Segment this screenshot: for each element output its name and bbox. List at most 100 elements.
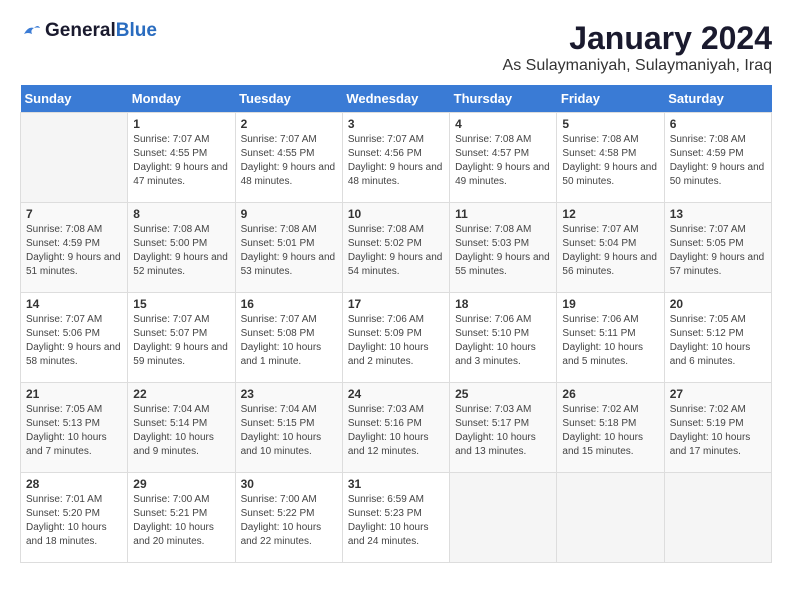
calendar-cell: 9Sunrise: 7:08 AMSunset: 5:01 PMDaylight… [235, 203, 342, 293]
day-number: 25 [455, 387, 551, 401]
day-number: 9 [241, 207, 337, 221]
day-info: Sunrise: 7:08 AMSunset: 4:57 PMDaylight:… [455, 133, 551, 189]
weekday-header-saturday: Saturday [664, 85, 771, 113]
day-number: 19 [562, 297, 658, 311]
day-info: Sunrise: 7:06 AMSunset: 5:11 PMDaylight:… [562, 313, 658, 369]
calendar-cell: 23Sunrise: 7:04 AMSunset: 5:15 PMDayligh… [235, 383, 342, 473]
day-number: 11 [455, 207, 551, 221]
weekday-header-friday: Friday [557, 85, 664, 113]
day-number: 4 [455, 117, 551, 131]
day-number: 22 [133, 387, 229, 401]
weekday-header-tuesday: Tuesday [235, 85, 342, 113]
calendar-cell: 29Sunrise: 7:00 AMSunset: 5:21 PMDayligh… [128, 473, 235, 563]
title-area: January 2024 As Sulaymaniyah, Sulaymaniy… [503, 20, 772, 75]
day-number: 10 [348, 207, 444, 221]
day-info: Sunrise: 7:00 AMSunset: 5:21 PMDaylight:… [133, 493, 229, 549]
week-row-5: 28 Sunrise: 7:01 AMSunset: 5:20 PMDayligh… [21, 473, 772, 563]
day-info: Sunrise: 7:08 AMSunset: 5:02 PMDaylight:… [348, 223, 444, 279]
calendar-cell: 19 Sunrise: 7:06 AMSunset: 5:11 PMDayligh… [557, 293, 664, 383]
day-info: Sunrise: 7:07 AMSunset: 5:04 PMDaylight:… [562, 223, 658, 279]
day-info: Sunrise: 7:07 AMSunset: 5:06 PMDaylight:… [26, 313, 122, 369]
day-number: 27 [670, 387, 766, 401]
day-info: Sunrise: 7:03 AMSunset: 5:17 PMDaylight:… [455, 403, 551, 459]
week-row-2: 7 Sunrise: 7:08 AMSunset: 4:59 PMDaylight… [21, 203, 772, 293]
day-number: 6 [670, 117, 766, 131]
calendar-cell: 27 Sunrise: 7:02 AMSunset: 5:19 PMDayligh… [664, 383, 771, 473]
calendar-cell: 8Sunrise: 7:08 AMSunset: 5:00 PMDaylight… [128, 203, 235, 293]
day-number: 14 [26, 297, 122, 311]
day-info: Sunrise: 7:02 AMSunset: 5:19 PMDaylight:… [670, 403, 766, 459]
day-info: Sunrise: 7:06 AMSunset: 5:09 PMDaylight:… [348, 313, 444, 369]
day-number: 18 [455, 297, 551, 311]
calendar-cell: 7 Sunrise: 7:08 AMSunset: 4:59 PMDaylight… [21, 203, 128, 293]
calendar-cell: 13 Sunrise: 7:07 AMSunset: 5:05 PMDayligh… [664, 203, 771, 293]
weekday-header-thursday: Thursday [450, 85, 557, 113]
calendar-cell [664, 473, 771, 563]
calendar-cell: 2Sunrise: 7:07 AMSunset: 4:55 PMDaylight… [235, 113, 342, 203]
location-title: As Sulaymaniyah, Sulaymaniyah, Iraq [503, 57, 772, 75]
calendar-cell: 10 Sunrise: 7:08 AMSunset: 5:02 PMDayligh… [342, 203, 449, 293]
day-info: Sunrise: 7:03 AMSunset: 5:16 PMDaylight:… [348, 403, 444, 459]
week-row-4: 21Sunrise: 7:05 AMSunset: 5:13 PMDayligh… [21, 383, 772, 473]
calendar-cell: 12 Sunrise: 7:07 AMSunset: 5:04 PMDayligh… [557, 203, 664, 293]
day-number: 7 [26, 207, 122, 221]
calendar-cell [21, 113, 128, 203]
calendar-cell: 5Sunrise: 7:08 AMSunset: 4:58 PMDaylight… [557, 113, 664, 203]
day-number: 5 [562, 117, 658, 131]
day-number: 30 [241, 477, 337, 491]
calendar-cell: 6Sunrise: 7:08 AMSunset: 4:59 PMDaylight… [664, 113, 771, 203]
day-info: Sunrise: 7:07 AMSunset: 4:55 PMDaylight:… [133, 133, 229, 189]
calendar-cell: 22 Sunrise: 7:04 AMSunset: 5:14 PMDayligh… [128, 383, 235, 473]
day-info: Sunrise: 7:00 AMSunset: 5:22 PMDaylight:… [241, 493, 337, 549]
calendar-cell [450, 473, 557, 563]
week-row-1: 1 Sunrise: 7:07 AMSunset: 4:55 PMDaylight… [21, 113, 772, 203]
month-title: January 2024 [503, 20, 772, 57]
day-number: 15 [133, 297, 229, 311]
week-row-3: 14 Sunrise: 7:07 AMSunset: 5:06 PMDayligh… [21, 293, 772, 383]
calendar-cell: 20 Sunrise: 7:05 AMSunset: 5:12 PMDayligh… [664, 293, 771, 383]
weekday-header-row: SundayMondayTuesdayWednesdayThursdayFrid… [21, 85, 772, 113]
day-info: Sunrise: 7:01 AMSunset: 5:20 PMDaylight:… [26, 493, 122, 549]
day-info: Sunrise: 7:05 AMSunset: 5:13 PMDaylight:… [26, 403, 122, 459]
day-number: 8 [133, 207, 229, 221]
day-info: Sunrise: 7:07 AMSunset: 4:55 PMDaylight:… [241, 133, 337, 189]
day-info: Sunrise: 7:07 AMSunset: 5:08 PMDaylight:… [241, 313, 337, 369]
calendar-cell: 14 Sunrise: 7:07 AMSunset: 5:06 PMDayligh… [21, 293, 128, 383]
calendar-cell: 4 Sunrise: 7:08 AMSunset: 4:57 PMDaylight… [450, 113, 557, 203]
calendar-cell: 21Sunrise: 7:05 AMSunset: 5:13 PMDayligh… [21, 383, 128, 473]
calendar-cell: 26Sunrise: 7:02 AMSunset: 5:18 PMDayligh… [557, 383, 664, 473]
logo-general-text: GeneralBlue [45, 20, 157, 42]
calendar-cell: 1 Sunrise: 7:07 AMSunset: 4:55 PMDaylight… [128, 113, 235, 203]
weekday-header-monday: Monday [128, 85, 235, 113]
logo-bird-icon [20, 20, 42, 42]
day-number: 31 [348, 477, 444, 491]
day-info: Sunrise: 6:59 AMSunset: 5:23 PMDaylight:… [348, 493, 444, 549]
calendar-cell: 17 Sunrise: 7:06 AMSunset: 5:09 PMDayligh… [342, 293, 449, 383]
day-info: Sunrise: 7:08 AMSunset: 5:03 PMDaylight:… [455, 223, 551, 279]
calendar-cell: 30 Sunrise: 7:00 AMSunset: 5:22 PMDayligh… [235, 473, 342, 563]
day-info: Sunrise: 7:07 AMSunset: 5:07 PMDaylight:… [133, 313, 229, 369]
calendar-cell: 25 Sunrise: 7:03 AMSunset: 5:17 PMDayligh… [450, 383, 557, 473]
day-number: 1 [133, 117, 229, 131]
calendar-cell: 11 Sunrise: 7:08 AMSunset: 5:03 PMDayligh… [450, 203, 557, 293]
day-info: Sunrise: 7:08 AMSunset: 4:59 PMDaylight:… [26, 223, 122, 279]
day-info: Sunrise: 7:02 AMSunset: 5:18 PMDaylight:… [562, 403, 658, 459]
day-number: 20 [670, 297, 766, 311]
weekday-header-wednesday: Wednesday [342, 85, 449, 113]
day-number: 28 [26, 477, 122, 491]
logo: GeneralBlue [20, 20, 157, 42]
day-info: Sunrise: 7:05 AMSunset: 5:12 PMDaylight:… [670, 313, 766, 369]
calendar-cell: 18 Sunrise: 7:06 AMSunset: 5:10 PMDayligh… [450, 293, 557, 383]
day-number: 17 [348, 297, 444, 311]
day-info: Sunrise: 7:07 AMSunset: 5:05 PMDaylight:… [670, 223, 766, 279]
calendar-cell: 31 Sunrise: 6:59 AMSunset: 5:23 PMDayligh… [342, 473, 449, 563]
calendar-cell: 16 Sunrise: 7:07 AMSunset: 5:08 PMDayligh… [235, 293, 342, 383]
day-number: 16 [241, 297, 337, 311]
day-info: Sunrise: 7:06 AMSunset: 5:10 PMDaylight:… [455, 313, 551, 369]
day-number: 13 [670, 207, 766, 221]
day-number: 24 [348, 387, 444, 401]
day-info: Sunrise: 7:04 AMSunset: 5:14 PMDaylight:… [133, 403, 229, 459]
calendar-table: SundayMondayTuesdayWednesdayThursdayFrid… [20, 85, 772, 563]
day-number: 12 [562, 207, 658, 221]
day-info: Sunrise: 7:04 AMSunset: 5:15 PMDaylight:… [241, 403, 337, 459]
